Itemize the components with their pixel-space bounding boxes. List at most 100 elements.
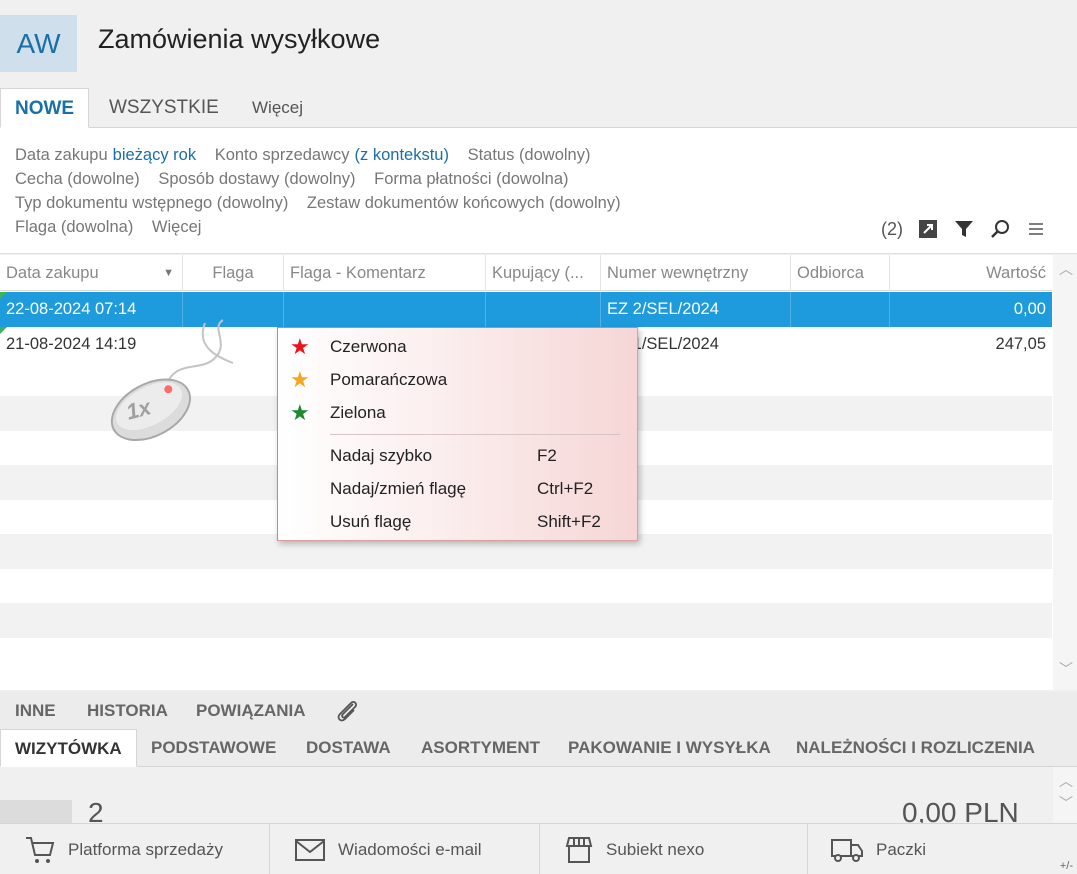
record-count: (2) [881,218,903,239]
menu-item-nadaj-zmien[interactable]: Nadaj/zmień flagę Ctrl+F2 [278,473,639,505]
col-flaga[interactable]: Flaga [183,255,284,291]
filter-status[interactable]: Status (dowolny) [468,146,591,164]
tab-podstawowe[interactable]: PODSTAWOWE [137,729,290,767]
green-star-icon: ★ [290,400,310,425]
view-tabs: NOWE WSZYSTKIE Więcej [0,88,1077,128]
store-icon [565,836,593,863]
filter-value[interactable]: bieżący rok [113,146,196,164]
tab-wszystkie[interactable]: WSZYSTKIE [95,88,233,128]
menu-separator [330,434,620,435]
tab-pakowanie[interactable]: PAKOWANIE I WYSYŁKA [554,729,785,767]
filter-value[interactable]: (z kontekstu) [355,146,449,164]
filter-sposob-dostawy[interactable]: Sposób dostawy (dowolny) [158,170,355,188]
footer-label: Wiadomości e-mail [338,839,482,859]
menu-item-label: Czerwona [330,337,407,356]
detail-count: 2 [88,797,104,823]
footer-label: Paczki [876,839,927,859]
filter-cecha[interactable]: Cecha (dowolne) [15,170,140,188]
filter-panel: Data zakupu bieżący rok Konto sprzedawcy (… [0,128,1077,254]
footer-corner-toggle[interactable]: +/- [1060,860,1073,872]
tab-dostawa[interactable]: DOSTAWA [292,729,405,767]
detail-panel: 2 0,00 PLN ︿ ﹀ [0,767,1077,823]
filter-flaga[interactable]: Flaga (dowolna) [15,218,133,236]
filter-label: Data zakupu [15,146,108,164]
cell-comment [284,292,486,327]
menu-item-label: Usuń flagę [330,512,412,531]
cell-value: 247,05 [995,335,1046,353]
empty-row [0,603,1052,638]
detail-scrollbar[interactable]: ︿ ﹀ [1053,767,1077,823]
menu-item-usun[interactable]: Usuń flagę Shift+F2 [278,506,639,538]
menu-item-shortcut: F2 [537,446,557,465]
filter-data-zakupu[interactable]: Data zakupu bieżący rok [15,146,196,164]
tab-naleznosci[interactable]: NALEŻNOŚCI I ROZLICZENIA [782,729,1049,767]
detail-tabs: WIZYTÓWKA PODSTAWOWE DOSTAWA ASORTYMENT … [0,729,1077,767]
cell-buyer [486,292,601,327]
menu-item-label: Nadaj/zmień flagę [330,479,467,498]
scroll-down-icon[interactable]: ﹀ [1059,659,1073,679]
col-data-zakupu[interactable]: Data zakupu ▼ [0,255,183,291]
mouse-click-hint: 1x [105,318,245,453]
mail-icon [295,838,325,861]
menu-item-label: Zielona [330,403,386,422]
tab-inne[interactable]: INNE [15,692,56,729]
sort-desc-icon[interactable]: ▼ [163,255,174,291]
grid-header: Data zakupu ▼ Flaga Flaga - Komentarz Kup… [0,255,1052,291]
tab-asortyment[interactable]: ASORTYMENT [407,729,554,767]
orange-star-icon: ★ [290,367,310,392]
app-header: AW Zamówienia wysyłkowe [0,0,1077,88]
filter-row-4: Flaga (dowolna) Więcej [15,218,215,237]
detail-amount: 0,00 PLN [902,797,1019,823]
tab-powiazania[interactable]: POWIĄZANIA [196,692,306,729]
cell-recipient [791,292,890,327]
filter-icon[interactable] [953,218,975,240]
footer-label: Platforma sprzedaży [68,839,223,859]
mouse-icon: 1x [110,319,234,442]
menu-item-nadaj-szybko[interactable]: Nadaj szybko F2 [278,440,639,472]
grid-toolbar: (2) [881,218,1047,240]
attachment-icon[interactable] [335,698,361,724]
col-kupujacy[interactable]: Kupujący (... [486,255,601,291]
related-tabs: INNE HISTORIA POWIĄZANIA [0,692,1077,729]
filter-more[interactable]: Więcej [152,218,202,236]
cell-recipient [791,327,890,362]
platforma-sprzedazy-button[interactable]: Platforma sprzedaży [0,824,270,874]
page-title: Zamówienia wysyłkowe [98,24,381,54]
tab-historia[interactable]: HISTORIA [87,692,168,729]
tab-nowe[interactable]: NOWE [0,88,90,128]
menu-item-shortcut: Shift+F2 [537,512,601,531]
cell-number: EZ 2/SEL/2024 [601,292,791,327]
cell-value: 0,00 [1013,300,1046,318]
tab-wizytowka[interactable]: WIZYTÓWKA [0,729,137,767]
scroll-up-icon[interactable]: ︿ [1059,771,1073,791]
col-label: Data zakupu [6,264,99,282]
grid-scrollbar[interactable]: ︿ ﹀ [1053,255,1077,690]
scroll-up-icon[interactable]: ︿ [1059,259,1073,279]
col-odbiorca[interactable]: Odbiorca [791,255,890,291]
menu-icon[interactable] [1025,218,1047,240]
filter-zestaw-dokumentow[interactable]: Zestaw dokumentów końcowych (dowolny) [307,194,621,212]
detail-icon-box [0,800,72,823]
filter-konto-sprzedawcy[interactable]: Konto sprzedawcy (z kontekstu) [215,146,449,164]
col-wartosc[interactable]: Wartość [890,255,1052,291]
cart-icon [26,836,55,863]
filter-row-1: Data zakupu bieżący rok Konto sprzedawcy (… [15,146,604,165]
col-flaga-komentarz[interactable]: Flaga - Komentarz [284,255,486,291]
paczki-button[interactable]: Paczki [808,824,1077,874]
search-icon[interactable] [989,218,1011,240]
menu-item-label: Pomarańczowa [330,370,448,389]
menu-item-zielona[interactable]: ★ Zielona [278,397,639,429]
wiadomosci-email-button[interactable]: Wiadomości e-mail [270,824,540,874]
scroll-down-icon[interactable]: ﹀ [1059,793,1073,813]
filter-typ-dokumentu[interactable]: Typ dokumentu wstępnego (dowolny) [15,194,288,212]
menu-item-czerwona[interactable]: ★ Czerwona [278,331,639,363]
tab-wiecej[interactable]: Więcej [238,88,317,128]
footer-label: Subiekt nexo [606,839,705,859]
subiekt-nexo-button[interactable]: Subiekt nexo [540,824,808,874]
red-star-icon: ★ [290,334,310,359]
col-numer-wewnetrzny[interactable]: Numer wewnętrzny [601,255,791,291]
filter-forma-platnosci[interactable]: Forma płatności (dowolna) [374,170,568,188]
menu-item-shortcut: Ctrl+F2 [537,479,594,498]
menu-item-pomaranczowa[interactable]: ★ Pomarańczowa [278,364,639,396]
export-icon[interactable] [917,218,939,240]
